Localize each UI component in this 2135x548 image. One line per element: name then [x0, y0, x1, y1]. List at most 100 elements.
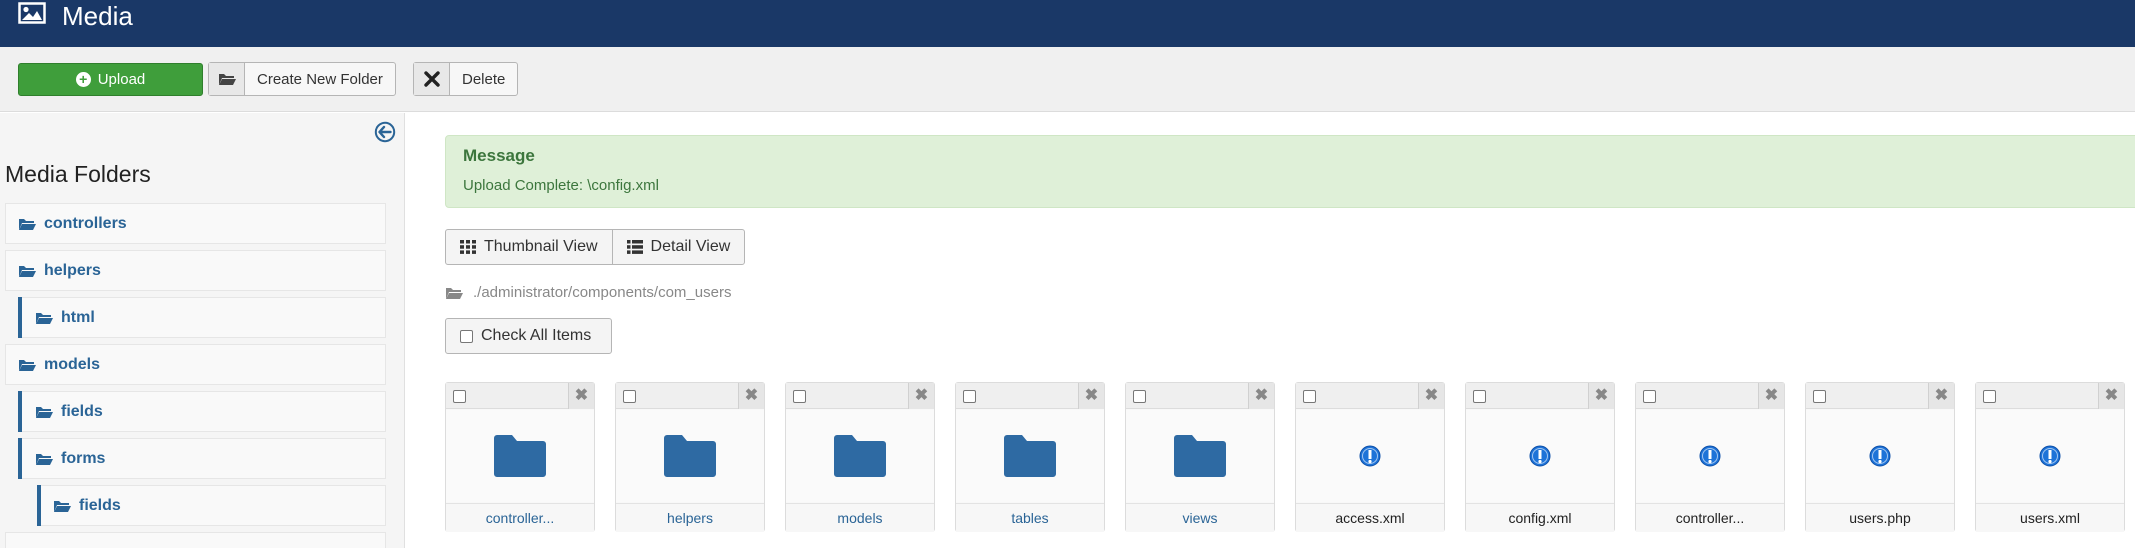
- media-item-file[interactable]: ✖ config.xml: [1465, 382, 1615, 532]
- item-checkbox[interactable]: [1133, 390, 1146, 403]
- media-item-file[interactable]: ✖ users.xml: [1975, 382, 2125, 532]
- delete-item-icon[interactable]: ✖: [568, 383, 594, 409]
- delete-item-icon[interactable]: ✖: [908, 383, 934, 409]
- delete-item-icon[interactable]: ✖: [1248, 383, 1274, 409]
- sidebar-folder-html[interactable]: html: [18, 297, 386, 338]
- item-checkbox[interactable]: [963, 390, 976, 403]
- alert-text: Upload Complete: \config.xml: [463, 177, 659, 194]
- sidebar-folder-forms-fields[interactable]: fields: [37, 485, 386, 526]
- delete-item-icon[interactable]: ✖: [1078, 383, 1104, 409]
- item-label: access.xml: [1296, 503, 1444, 532]
- folder-open-icon: [446, 287, 463, 299]
- folder-icon[interactable]: [1126, 410, 1274, 502]
- item-checkbox[interactable]: [1473, 390, 1486, 403]
- app-header: Media: [0, 0, 2135, 47]
- nesting-bar: [18, 391, 22, 432]
- sidebar-folder-forms[interactable]: forms: [18, 438, 386, 479]
- collapse-sidebar-icon[interactable]: [374, 121, 396, 143]
- item-label[interactable]: controller...: [446, 503, 594, 532]
- main-content: Message Upload Complete: \config.xml Thu…: [405, 113, 2135, 548]
- delete-item-icon[interactable]: ✖: [738, 383, 764, 409]
- plus-circle-icon: +: [75, 72, 91, 87]
- breadcrumb: ./administrator/components/com_users: [445, 284, 731, 301]
- media-item-folder[interactable]: ✖ models: [785, 382, 935, 532]
- sidebar-folder-fields[interactable]: fields: [18, 391, 386, 432]
- media-item-file[interactable]: ✖ users.php: [1805, 382, 1955, 532]
- folder-label: helpers: [44, 261, 101, 279]
- item-checkbox[interactable]: [1983, 390, 1996, 403]
- item-checkbox[interactable]: [1643, 390, 1656, 403]
- thumbnail-view-label: Thumbnail View: [484, 238, 598, 255]
- sidebar-folder-controllers[interactable]: controllers: [5, 203, 386, 244]
- check-all-button[interactable]: Check All Items: [445, 318, 612, 354]
- folder-icon[interactable]: [956, 410, 1104, 502]
- list-icon: [626, 240, 643, 254]
- toolbar: + Upload Create New Folder Delete: [0, 47, 2135, 112]
- image-icon: [18, 2, 46, 24]
- folder-label: models: [44, 355, 101, 373]
- folder-open-icon: [19, 359, 36, 371]
- item-checkbox[interactable]: [623, 390, 636, 403]
- folder-open-icon: [19, 218, 36, 230]
- sidebar-folder-helpers[interactable]: helpers: [5, 250, 386, 291]
- delete-item-icon[interactable]: ✖: [1928, 383, 1954, 409]
- create-folder-label: Create New Folder: [257, 70, 383, 88]
- folder-open-icon: [36, 406, 53, 418]
- media-item-file[interactable]: ✖ controller...: [1635, 382, 1785, 532]
- file-info-icon: [1466, 410, 1614, 502]
- folder-icon[interactable]: [786, 410, 934, 502]
- delete-button[interactable]: Delete: [413, 62, 519, 96]
- item-label[interactable]: tables: [956, 503, 1104, 532]
- page-title: Media: [62, 1, 133, 31]
- folder-open-icon: [19, 265, 36, 277]
- item-checkbox[interactable]: [1813, 390, 1826, 403]
- message-alert: Message Upload Complete: \config.xml: [445, 135, 2135, 208]
- file-info-icon: [1976, 410, 2124, 502]
- media-item-folder[interactable]: ✖ controller...: [445, 382, 595, 532]
- folder-label: controllers: [44, 214, 127, 232]
- upload-button[interactable]: + Upload: [18, 63, 203, 96]
- media-item-folder[interactable]: ✖ helpers: [615, 382, 765, 532]
- delete-item-icon[interactable]: ✖: [1418, 383, 1444, 409]
- delete-label: Delete: [462, 70, 506, 88]
- media-item-folder[interactable]: ✖ tables: [955, 382, 1105, 532]
- alert-heading: Message: [463, 146, 535, 165]
- nesting-bar: [18, 297, 22, 338]
- file-info-icon: [1806, 410, 1954, 502]
- sidebar-folder-partial[interactable]: [5, 532, 386, 548]
- sidebar-folder-models[interactable]: models: [5, 344, 386, 385]
- check-all-checkbox[interactable]: [460, 329, 473, 343]
- item-checkbox[interactable]: [793, 390, 806, 403]
- detail-view-button[interactable]: Detail View: [611, 230, 745, 264]
- media-item-file[interactable]: ✖ access.xml: [1295, 382, 1445, 532]
- item-label: config.xml: [1466, 503, 1614, 532]
- item-label: controller...: [1636, 503, 1784, 532]
- check-all-label: Check All Items: [481, 327, 592, 344]
- item-checkbox[interactable]: [453, 390, 466, 403]
- folder-label: fields: [79, 496, 121, 514]
- item-label[interactable]: views: [1126, 503, 1274, 532]
- item-label: users.php: [1806, 503, 1954, 532]
- delete-item-icon[interactable]: ✖: [2098, 383, 2124, 409]
- thumbnail-view-button[interactable]: Thumbnail View: [446, 230, 612, 264]
- detail-view-label: Detail View: [650, 238, 731, 255]
- nesting-bar: [18, 438, 22, 479]
- close-icon: [414, 63, 450, 95]
- item-label: users.xml: [1976, 503, 2124, 532]
- upload-label: Upload: [97, 71, 146, 88]
- delete-item-icon[interactable]: ✖: [1588, 383, 1614, 409]
- delete-item-icon[interactable]: ✖: [1758, 383, 1784, 409]
- item-label[interactable]: models: [786, 503, 934, 532]
- folder-open-icon: [36, 312, 53, 324]
- folder-label: fields: [61, 402, 103, 420]
- create-folder-button[interactable]: Create New Folder: [208, 62, 396, 96]
- folder-label: forms: [61, 449, 106, 467]
- folder-icon[interactable]: [616, 410, 764, 502]
- folder-icon[interactable]: [446, 410, 594, 502]
- view-toggle: Thumbnail View Detail View: [445, 229, 746, 265]
- file-info-icon: [1636, 410, 1784, 502]
- grid-icon: [460, 240, 476, 254]
- item-checkbox[interactable]: [1303, 390, 1316, 403]
- item-label[interactable]: helpers: [616, 503, 764, 532]
- media-item-folder[interactable]: ✖ views: [1125, 382, 1275, 532]
